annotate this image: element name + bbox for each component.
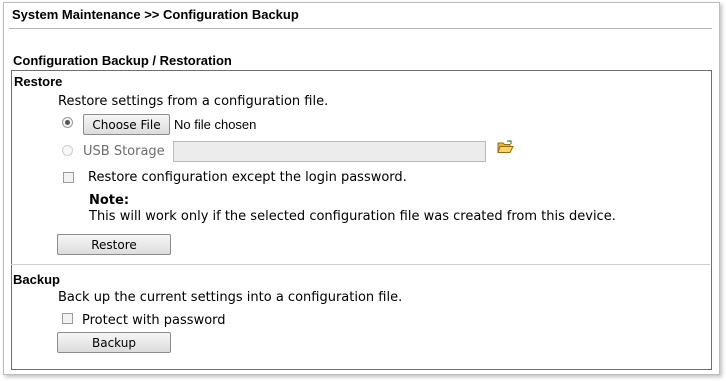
protect-password-checkbox[interactable] (62, 313, 73, 324)
folder-open-icon[interactable] (497, 140, 514, 154)
radio-usb-storage[interactable] (62, 145, 73, 156)
breadcrumb: System Maintenance >> Configuration Back… (12, 7, 299, 22)
usb-path-input[interactable] (173, 141, 486, 162)
except-password-label: Restore configuration except the login p… (88, 170, 407, 185)
section-title: Configuration Backup / Restoration (13, 53, 232, 68)
choose-file-button[interactable]: Choose File (83, 114, 170, 135)
except-password-checkbox[interactable] (63, 172, 74, 183)
header-divider (9, 28, 712, 29)
restore-button[interactable]: Restore (57, 234, 171, 255)
usb-storage-label: USB Storage (83, 144, 165, 159)
backup-button[interactable]: Backup (57, 332, 171, 353)
note-title: Note: (89, 193, 130, 208)
restore-heading: Restore (14, 74, 63, 89)
radio-local-file[interactable] (62, 117, 73, 128)
section-divider (11, 264, 710, 265)
restore-description: Restore settings from a configuration fi… (58, 94, 329, 109)
note-text: This will work only if the selected conf… (89, 209, 616, 224)
protect-password-label: Protect with password (82, 313, 226, 328)
backup-description: Back up the current settings into a conf… (58, 290, 403, 305)
backup-heading: Backup (13, 272, 60, 287)
file-status: No file chosen (174, 117, 257, 132)
